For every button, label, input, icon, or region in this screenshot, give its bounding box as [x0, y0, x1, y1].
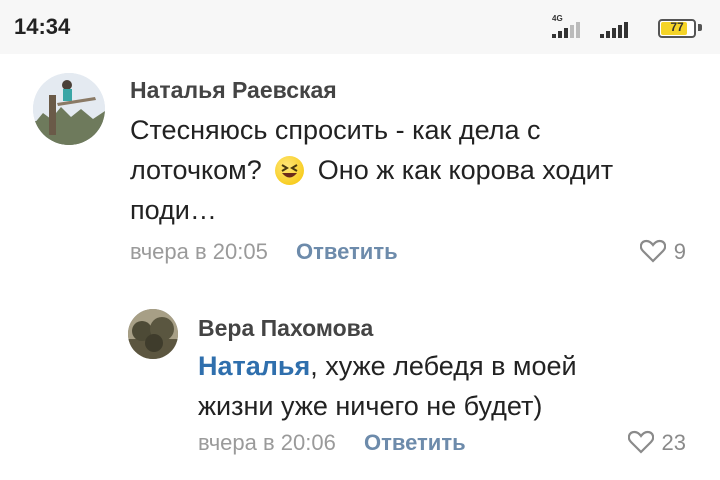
- reply-button[interactable]: Ответить: [296, 239, 398, 264]
- avatar[interactable]: [33, 73, 105, 145]
- comment: Наталья Раевская Стесняюсь спросить - ка…: [0, 54, 720, 284]
- avatar[interactable]: [128, 309, 178, 359]
- comment-author[interactable]: Наталья Раевская: [130, 77, 337, 104]
- like-button[interactable]: 23: [627, 430, 686, 460]
- comment-text: Стесняюсь спросить - как дела с лоточком…: [130, 110, 700, 230]
- comment-author[interactable]: Вера Пахомова: [198, 315, 373, 342]
- comment-text-segment: лоточком?: [130, 155, 262, 185]
- battery-icon: 77: [658, 19, 696, 38]
- like-button[interactable]: 9: [639, 239, 686, 269]
- heart-icon: [639, 239, 666, 269]
- status-time: 14:34: [14, 14, 71, 39]
- like-count: 9: [673, 239, 686, 264]
- comment-text-line: Стесняюсь спросить - как дела с: [130, 115, 541, 145]
- comment-date: вчера в 20:06: [198, 430, 336, 455]
- status-icons: 4G 77: [552, 14, 702, 38]
- comment-text-line: жизни уже ничего не будет): [198, 391, 543, 421]
- reply-button[interactable]: Ответить: [364, 430, 466, 455]
- battery-level: 77: [670, 20, 684, 34]
- mention-link[interactable]: Наталья: [198, 351, 310, 381]
- laughing-face-icon: [275, 156, 305, 185]
- comment-date: вчера в 20:05: [130, 239, 268, 264]
- comment-text: Наталья, хуже лебедя в моей жизни уже ни…: [198, 346, 708, 426]
- like-count: 23: [661, 430, 686, 455]
- comment-text-line: Наталья, хуже лебедя в моей: [198, 346, 708, 386]
- comment-text-line: лоточком? Оно ж как корова ходит: [130, 150, 700, 190]
- comment-meta: вчера в 20:06 Ответить: [198, 430, 466, 456]
- comment-meta: вчера в 20:05 Ответить: [130, 239, 398, 265]
- comment-text-line: поди…: [130, 195, 217, 225]
- heart-icon: [627, 430, 654, 460]
- status-bar: 14:34 4G 77: [0, 0, 720, 54]
- comment-text-segment: , хуже лебедя в моей: [310, 351, 577, 381]
- comment-reply: Вера Пахомова Наталья, хуже лебедя в мое…: [0, 290, 720, 480]
- comment-text-segment: Оно ж как корова ходит: [317, 155, 614, 185]
